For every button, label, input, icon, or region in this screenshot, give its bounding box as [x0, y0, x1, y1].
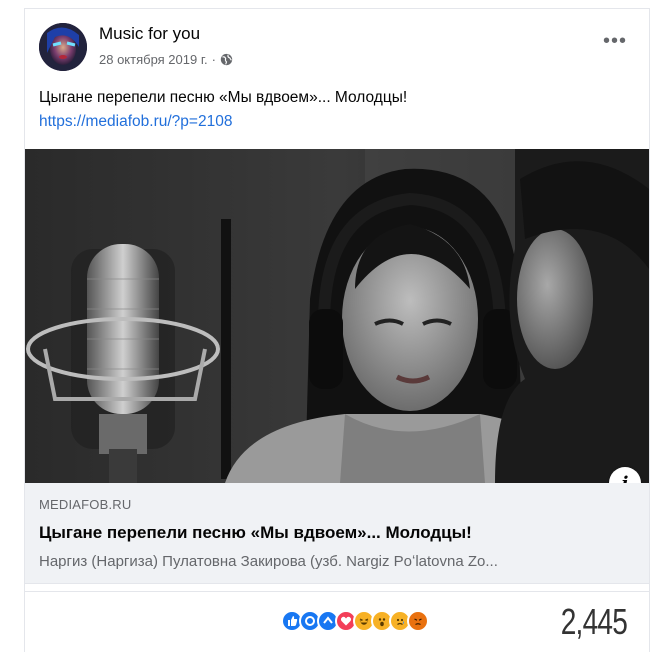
post-card: Music for you 28 октября 2019 г. · ••• Ц…: [24, 8, 650, 652]
reaction-count[interactable]: 2,445: [561, 601, 628, 643]
link-preview[interactable]: MEDIAFOB.RU Цыгане перепели песню «Мы вд…: [25, 483, 649, 584]
post-link[interactable]: https://mediafob.ru/?p=2108: [39, 113, 232, 131]
preview-description: Наргиз (Наргиза) Пулатовна Закирова (узб…: [39, 553, 498, 570]
globe-icon: [220, 53, 233, 66]
angry-icon: [407, 610, 429, 632]
post-text: Цыгане перепели песню «Мы вдвоем»... Мол…: [39, 89, 408, 106]
link-preview-image[interactable]: i: [25, 149, 649, 483]
post-date[interactable]: 28 октября 2019 г.: [99, 52, 208, 67]
date-separator: ·: [211, 52, 216, 67]
reactions-summary[interactable]: [281, 610, 429, 632]
preview-domain: MEDIAFOB.RU: [39, 497, 132, 512]
preview-title[interactable]: Цыгане перепели песню «Мы вдвоем»... Мол…: [39, 523, 472, 543]
post-meta: 28 октября 2019 г. ·: [99, 52, 233, 67]
page-name[interactable]: Music for you: [99, 24, 200, 44]
page-avatar[interactable]: [39, 23, 87, 71]
more-options-icon[interactable]: •••: [603, 31, 627, 51]
divider: [25, 591, 649, 592]
